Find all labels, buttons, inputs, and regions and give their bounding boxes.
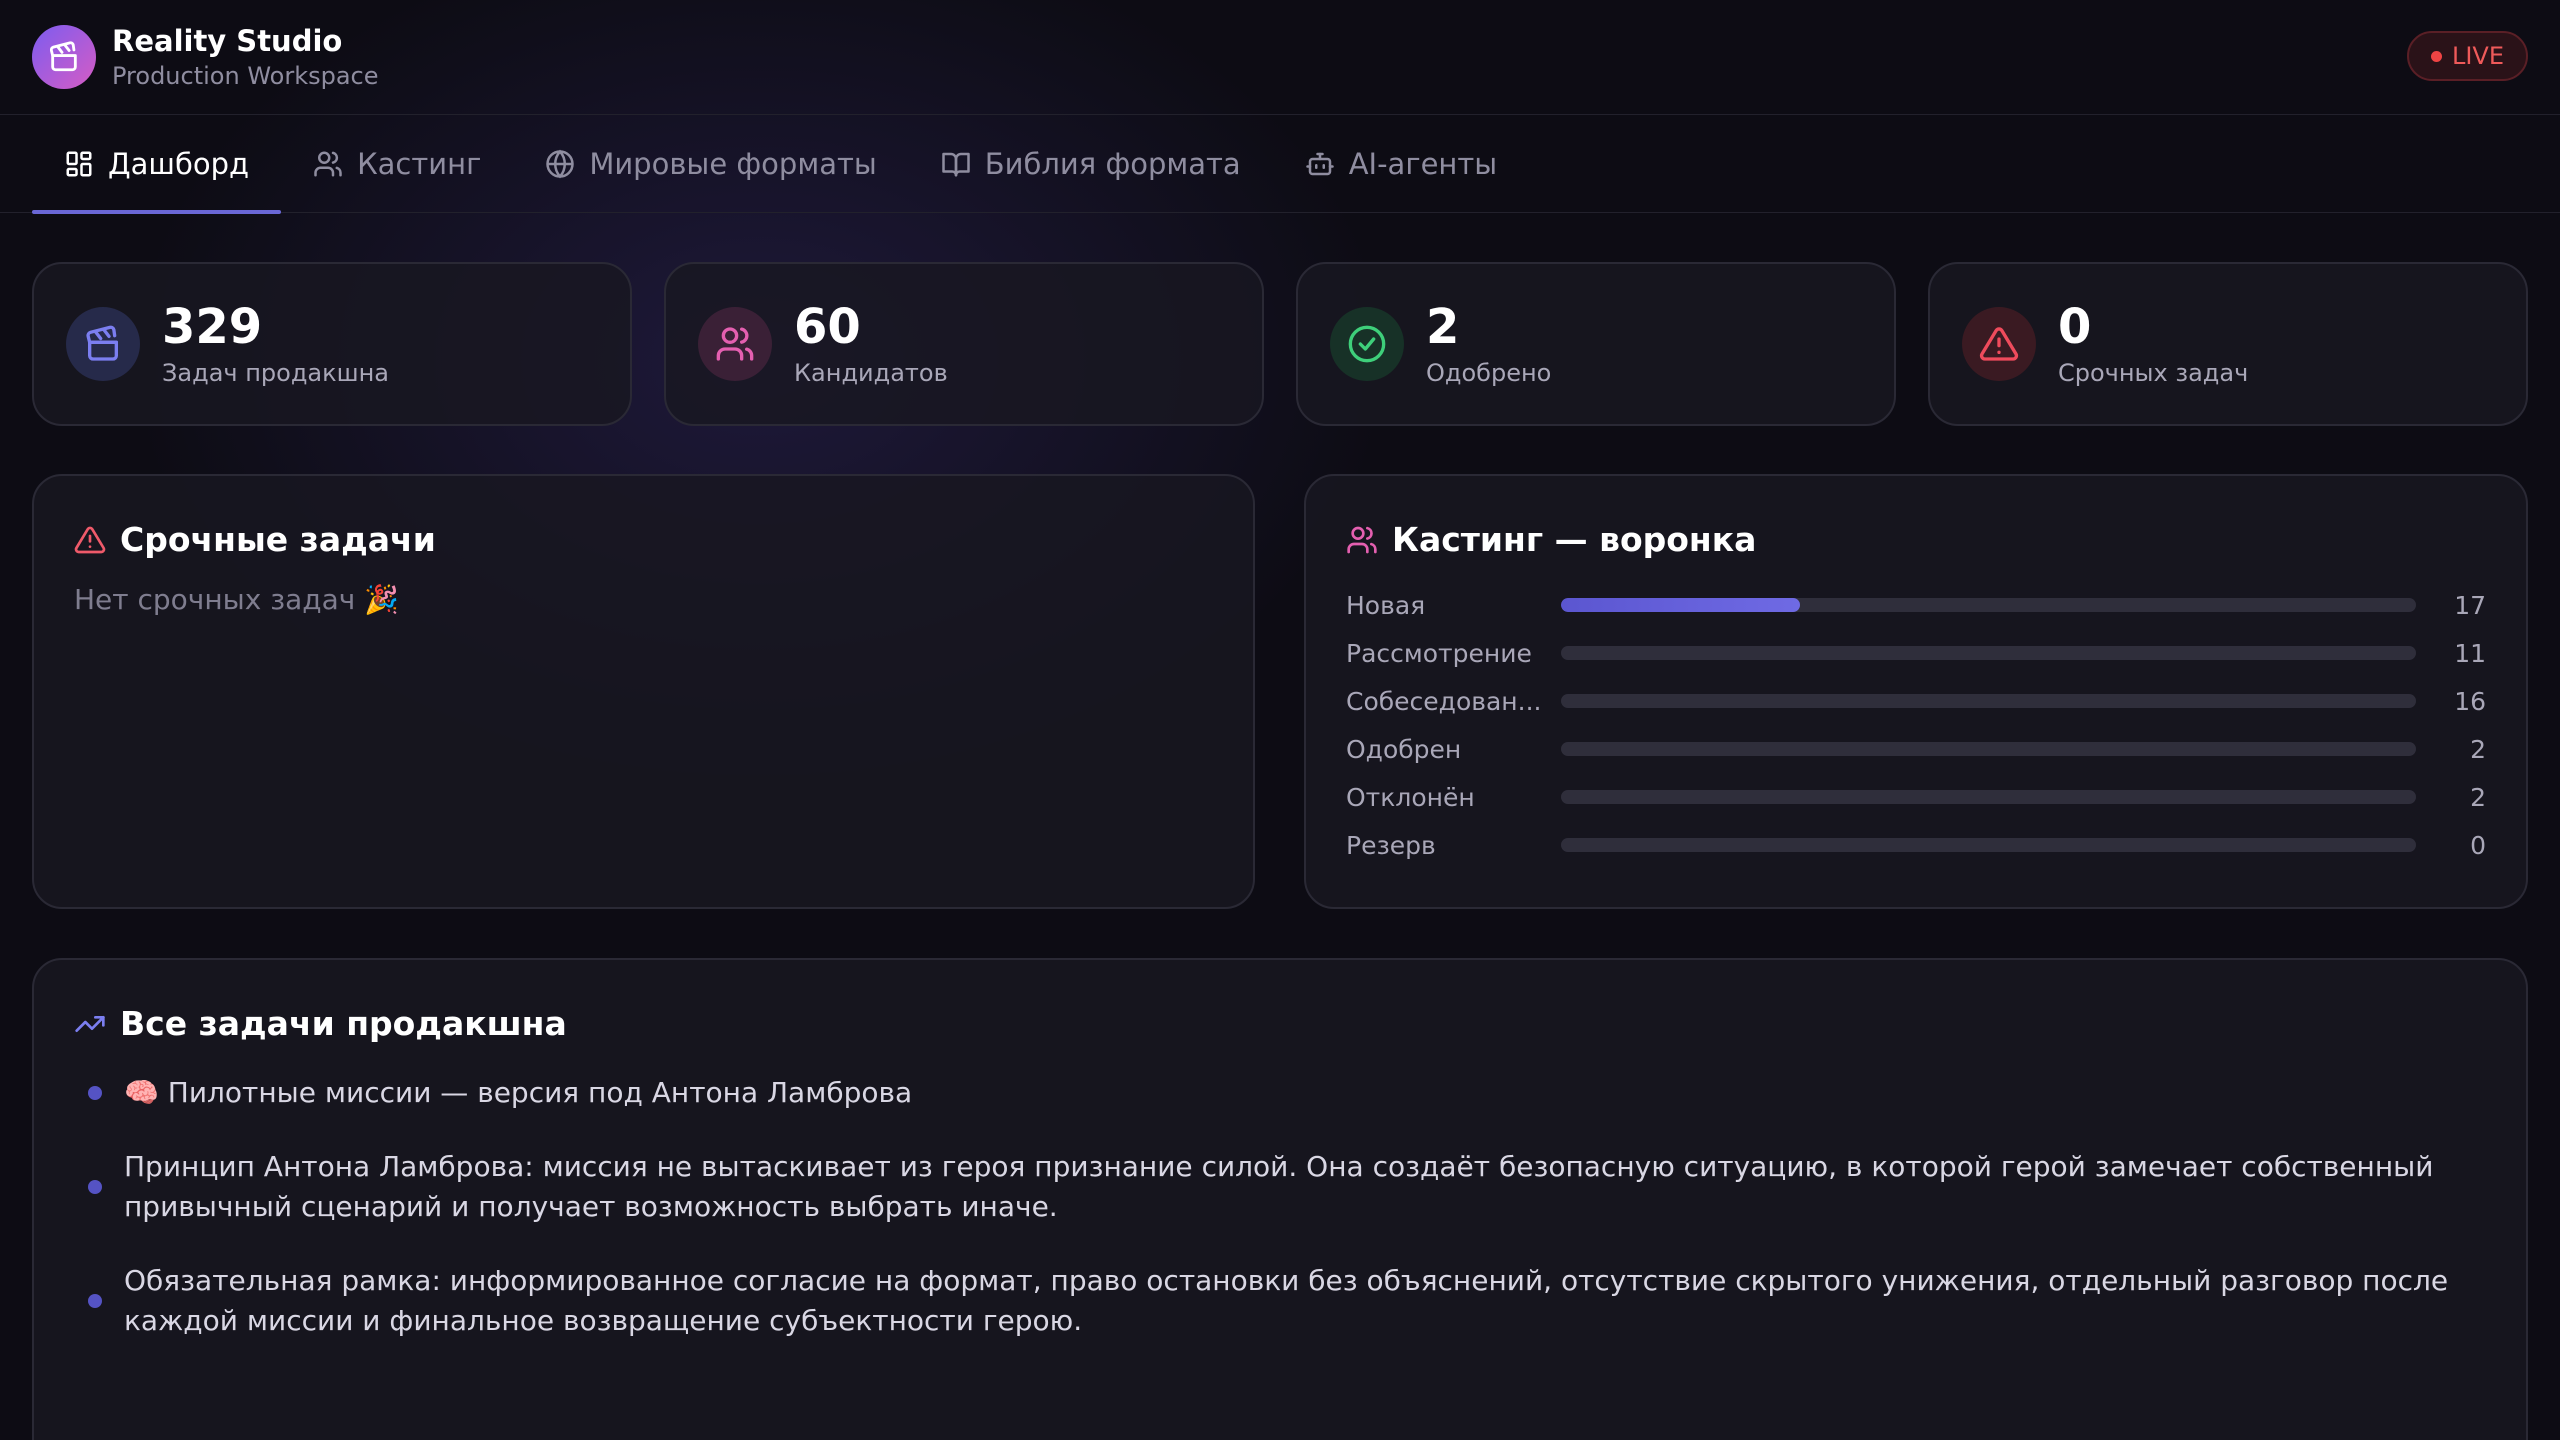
app-header: Reality Studio Production Workspace LIVE	[0, 0, 2560, 115]
stat-label: Одобрено	[1426, 359, 1552, 388]
globe-icon	[546, 149, 575, 179]
users-icon	[314, 151, 342, 177]
funnel-stage-label: Резерв	[1346, 830, 1436, 860]
funnel-title: Кастинг — воронка	[1392, 520, 1757, 559]
all-tasks-panel: Все задачи продакшна 🧠 Пилотные миссии —…	[32, 958, 2528, 1440]
brand: Reality Studio Production Workspace	[112, 24, 379, 90]
tab-ai-agents[interactable]: AI-агенты	[1273, 115, 1529, 213]
funnel-row: Рассмотрение 11	[1346, 629, 2486, 677]
task-text: Принцип Антона Ламброва: миссия не вытас…	[124, 1150, 2434, 1223]
tab-casting[interactable]: Кастинг	[281, 115, 513, 213]
tab-label: Дашборд	[108, 147, 250, 181]
bullet-icon	[88, 1294, 102, 1308]
list-item[interactable]: Принцип Антона Ламброва: миссия не вытас…	[74, 1147, 2486, 1227]
funnel-stage-label: Одобрен	[1346, 734, 1462, 764]
dashboard-icon	[66, 151, 92, 177]
trending-up-icon	[75, 1015, 105, 1032]
list-item[interactable]: Обязательная рамка: информированное согл…	[74, 1261, 2486, 1341]
funnel-bar	[1561, 646, 2416, 660]
funnel-bar	[1561, 838, 2416, 852]
task-text: 🧠 Пилотные миссии — версия под Антона Ла…	[124, 1076, 913, 1109]
funnel-row: Новая 17	[1346, 581, 2486, 629]
funnel-count: 2	[2470, 734, 2486, 764]
robot-icon	[1305, 152, 1334, 176]
funnel-row: Резерв 0	[1346, 821, 2486, 869]
stat-label: Срочных задач	[2058, 359, 2249, 388]
stat-value: 0	[2058, 298, 2092, 355]
funnel-row: Отклонён 2	[1346, 773, 2486, 821]
funnel-stage-label: Отклонён	[1346, 782, 1475, 812]
tab-dashboard[interactable]: Дашборд	[32, 115, 282, 214]
funnel-list: Новая 17 Рассмотрение 11 Собеседован... …	[1346, 581, 2486, 869]
empty-state-text: Нет срочных задач 🎉	[74, 583, 400, 616]
app-subtitle: Production Workspace	[112, 62, 379, 90]
tab-label: Кастинг	[357, 147, 482, 181]
panel-title: Все задачи продакшна	[74, 1004, 2486, 1043]
panel-title: Срочные задачи	[74, 520, 1213, 559]
book-icon	[942, 152, 970, 177]
check-circle-icon	[1330, 307, 1404, 381]
bullet-icon	[88, 1086, 102, 1100]
funnel-bar	[1561, 742, 2416, 756]
tab-format-bible[interactable]: Библия формата	[909, 115, 1273, 213]
stat-card-approved: 2 Одобрено	[1296, 262, 1896, 426]
clapperboard-icon	[66, 307, 140, 381]
list-item[interactable]: 🧠 Пилотные миссии — версия под Антона Ла…	[74, 1073, 2486, 1113]
live-dot-icon	[2430, 50, 2442, 62]
funnel-stage-label: Собеседован...	[1346, 686, 1542, 716]
main-tabs: Дашборд Кастинг Мировые форматы Библия ф…	[0, 115, 2560, 214]
stat-label: Кандидатов	[794, 359, 948, 388]
funnel-count: 16	[2454, 686, 2486, 716]
clapperboard-icon[interactable]	[32, 25, 96, 89]
funnel-row: Собеседован... 16	[1346, 677, 2486, 725]
urgent-tasks-panel: Срочные задачи Нет срочных задач 🎉	[32, 474, 1255, 909]
app-root: Reality Studio Production Workspace LIVE…	[0, 0, 2560, 1440]
panel-title: Кастинг — воронка	[1346, 520, 2486, 559]
urgent-title: Срочные задачи	[120, 520, 436, 559]
live-badge: LIVE	[2406, 31, 2528, 81]
bullet-icon	[88, 1180, 102, 1194]
funnel-bar	[1561, 790, 2416, 804]
casting-funnel-panel: Кастинг — воронка Новая 17 Рассмотрение …	[1304, 474, 2528, 909]
stat-value: 329	[162, 298, 263, 355]
tasks-title: Все задачи продакшна	[120, 1004, 567, 1043]
stat-label: Задач продакшна	[162, 359, 389, 388]
task-list: 🧠 Пилотные миссии — версия под Антона Ла…	[74, 1073, 2486, 1341]
users-icon	[698, 307, 772, 381]
stat-card-tasks: 329 Задач продакшна	[32, 262, 632, 426]
funnel-count: 17	[2454, 590, 2486, 620]
funnel-count: 2	[2470, 782, 2486, 812]
live-label: LIVE	[2451, 42, 2504, 70]
funnel-count: 0	[2470, 830, 2486, 860]
funnel-bar	[1561, 694, 2416, 708]
tab-label: AI-агенты	[1348, 147, 1498, 181]
funnel-bar	[1561, 598, 2416, 612]
stat-card-urgent: 0 Срочных задач	[1928, 262, 2528, 426]
stat-value: 2	[1426, 298, 1460, 355]
warning-icon	[1962, 307, 2036, 381]
tab-world-formats[interactable]: Мировые форматы	[513, 115, 908, 213]
funnel-stage-label: Рассмотрение	[1346, 638, 1532, 668]
funnel-count: 11	[2454, 638, 2486, 668]
funnel-row: Одобрен 2	[1346, 725, 2486, 773]
stat-card-candidates: 60 Кандидатов	[664, 262, 1264, 426]
app-title: Reality Studio	[112, 24, 343, 58]
stat-value: 60	[794, 298, 861, 355]
users-icon	[1347, 526, 1377, 553]
warning-icon	[74, 526, 106, 553]
task-text: Обязательная рамка: информированное согл…	[124, 1264, 2449, 1337]
tab-label: Библия формата	[984, 147, 1241, 181]
funnel-bar-fill	[1561, 598, 1801, 612]
funnel-stage-label: Новая	[1346, 590, 1426, 620]
tab-label: Мировые форматы	[589, 147, 877, 181]
